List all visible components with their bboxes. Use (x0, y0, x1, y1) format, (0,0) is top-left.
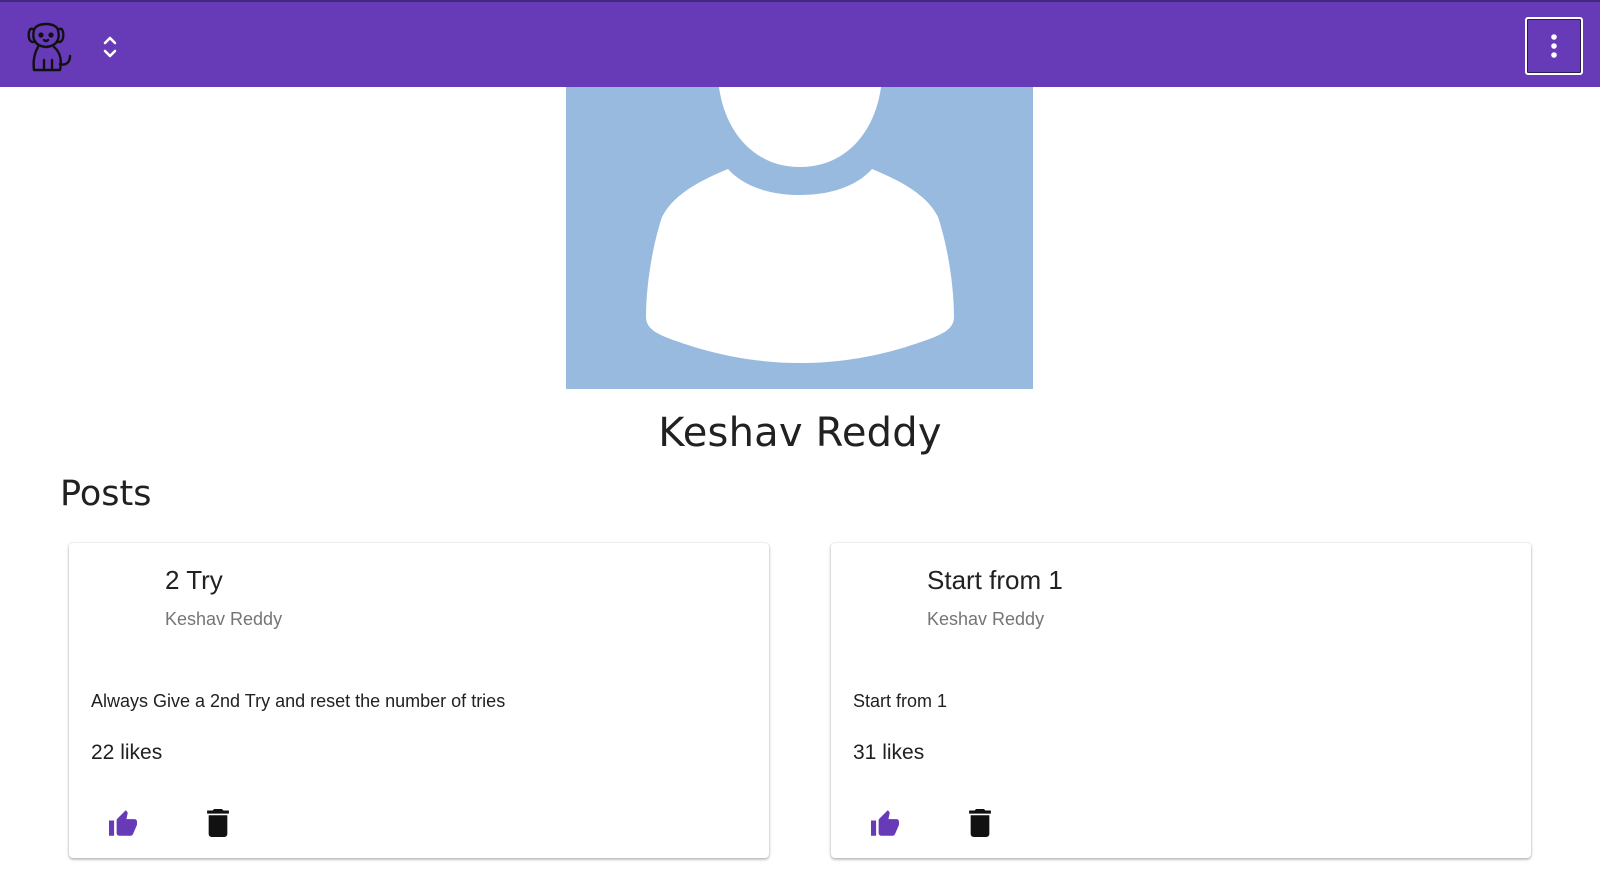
post-card: Start from 1 Keshav Reddy Start from 1 3… (831, 543, 1531, 858)
unfold-more-icon[interactable] (96, 30, 124, 64)
post-likes: 22 likes (91, 741, 163, 764)
trash-icon (969, 809, 991, 837)
post-body: Always Give a 2nd Try and reset the numb… (91, 691, 506, 711)
more-vert-icon (1551, 34, 1557, 58)
trash-icon (207, 809, 229, 837)
post-author: Keshav Reddy (927, 609, 1045, 629)
post-title: Start from 1 (927, 565, 1063, 595)
posts-heading: Posts (60, 474, 152, 514)
more-options-button[interactable] (1525, 17, 1583, 75)
post-likes: 31 likes (853, 741, 925, 764)
post-author: Keshav Reddy (165, 609, 283, 629)
profile-avatar (566, 87, 1033, 389)
app-bar (0, 0, 1600, 87)
profile-name: Keshav Reddy (658, 410, 942, 456)
like-button[interactable] (865, 805, 905, 841)
like-button[interactable] (103, 805, 143, 841)
dog-icon[interactable] (24, 16, 76, 74)
delete-button[interactable] (965, 805, 995, 841)
thumb-up-icon (109, 810, 137, 836)
post-body: Start from 1 (853, 691, 948, 711)
delete-button[interactable] (203, 805, 233, 841)
post-title: 2 Try (165, 565, 223, 595)
thumb-up-icon (871, 810, 899, 836)
post-card: 2 Try Keshav Reddy Always Give a 2nd Try… (69, 543, 769, 858)
